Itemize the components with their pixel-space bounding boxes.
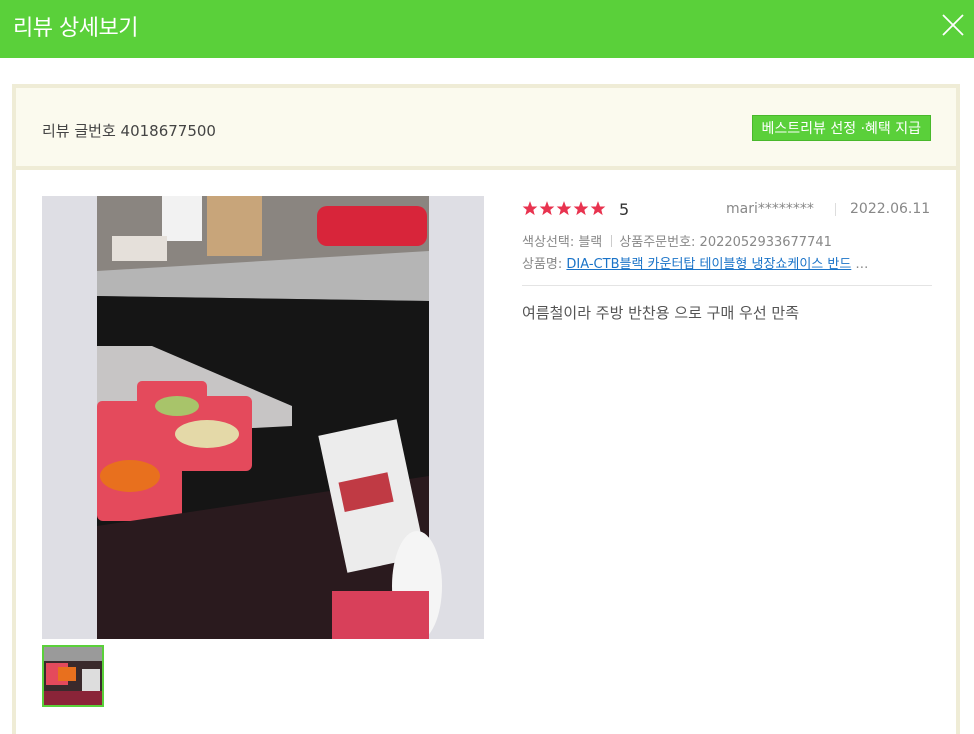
review-photo-thumbnail[interactable] <box>42 645 104 707</box>
option-label: 색상선택: 블랙 <box>522 235 603 250</box>
rating-score: 5 <box>619 200 630 219</box>
rating-stars <box>522 200 606 217</box>
meta-divider <box>835 203 836 216</box>
modal-title: 리뷰 상세보기 <box>13 16 138 41</box>
review-text: 여름철이라 주방 반찬용 으로 구매 우선 만족 <box>522 304 800 322</box>
close-icon[interactable] <box>940 10 966 40</box>
star-icon <box>590 201 606 216</box>
star-icon <box>573 201 589 216</box>
star-icon <box>539 201 555 216</box>
review-number: 리뷰 글번호 4018677500 <box>42 122 216 140</box>
order-options: 색상선택: 블랙 상품주문번호: 2022052933677741 <box>522 231 832 250</box>
product-link[interactable]: DIA-CTB블랙 카운터탑 테이블형 냉장쇼케이스 반드 <box>566 257 851 272</box>
order-number: 상품주문번호: 2022052933677741 <box>619 235 832 250</box>
review-photo <box>42 196 484 639</box>
product-row: 상품명: DIA-CTB블랙 카운터탑 테이블형 냉장쇼케이스 반드 … <box>522 253 932 272</box>
option-divider <box>611 235 613 247</box>
star-icon <box>556 201 572 216</box>
review-date: 2022.06.11 <box>850 201 931 217</box>
content-divider <box>522 285 932 286</box>
product-label: 상품명: <box>522 257 567 272</box>
best-review-button[interactable]: 베스트리뷰 선정 ·혜택 지급 <box>751 115 931 141</box>
star-icon <box>522 201 538 216</box>
modal-header: 리뷰 상세보기 <box>0 0 974 58</box>
review-author: mari******** <box>726 201 814 217</box>
review-info-bar: 리뷰 글번호 4018677500 베스트리뷰 선정 ·혜택 지급 <box>12 84 960 170</box>
product-ellipsis: … <box>851 257 869 272</box>
